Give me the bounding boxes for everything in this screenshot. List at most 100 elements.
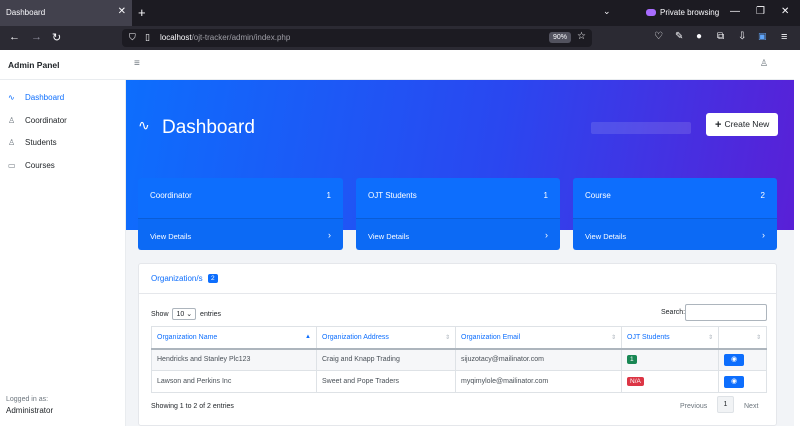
table-row: Lawson and Perkins Inc Sweet and Pope Tr…: [151, 370, 767, 393]
sidebar: [0, 50, 126, 426]
eye-icon: ◉: [730, 377, 738, 385]
new-tab-icon[interactable]: +: [138, 5, 146, 20]
col-organization-address[interactable]: Organization Address ⇕: [316, 326, 456, 350]
col-organization-name[interactable]: Organization Name ▲: [151, 326, 317, 350]
account-icon[interactable]: ●: [696, 31, 702, 42]
card-count: 1: [326, 191, 331, 200]
table-header-row: Organization Name ▲ Organization Address ⇕…: [151, 326, 767, 350]
forward-icon[interactable]: →: [31, 31, 42, 43]
organizations-table: Organization Name ▲ Organization Address ⇕…: [151, 326, 767, 393]
sort-asc-icon: ▲: [305, 334, 311, 340]
close-window-icon[interactable]: ✕: [781, 6, 789, 17]
cell-address: Sweet and Pope Traders: [316, 370, 456, 393]
hero-placeholder-bar: [591, 122, 691, 134]
view-details-link[interactable]: View Details ›: [138, 218, 343, 250]
maximize-icon[interactable]: ❐: [756, 6, 765, 17]
view-button[interactable]: ◉: [724, 375, 744, 388]
chevron-right-icon: ›: [545, 230, 548, 240]
card-label: OJT Students: [368, 191, 417, 200]
download-icon[interactable]: ⇩: [738, 31, 746, 42]
card-count: 1: [543, 191, 548, 200]
students-badge: 1: [627, 355, 637, 365]
shield-icon[interactable]: ⛉: [129, 32, 136, 43]
pagination-previous[interactable]: Previous: [680, 403, 707, 410]
sort-icon: ⇕: [707, 335, 713, 341]
stat-card-course: Course 2 View Details ›: [573, 178, 777, 250]
top-bar: ≡ ♙: [126, 50, 800, 80]
view-details-link[interactable]: View Details ›: [573, 218, 777, 250]
search-input[interactable]: [685, 304, 767, 321]
browser-tab[interactable]: Dashboard ✕: [0, 0, 132, 26]
logged-in-user: Administrator: [6, 406, 54, 415]
brand-title: Admin Panel: [8, 60, 60, 70]
cell-actions: ◉: [718, 370, 767, 393]
browser-nav-bar: ← → ↻ ⛉ ▯ localhost/ojt-tracker/admin/in…: [0, 26, 800, 50]
entries-select[interactable]: 10 ⌄: [172, 308, 197, 320]
user-icon[interactable]: ♙: [760, 58, 768, 69]
page-title: Dashboard: [162, 117, 255, 138]
card-count: 2: [760, 191, 765, 200]
close-tab-icon[interactable]: ✕: [118, 6, 126, 17]
sidebar-item-coordinator[interactable]: ♙ Coordinator: [8, 116, 67, 125]
cell-actions: ◉: [718, 348, 767, 371]
private-mask-icon: [646, 9, 656, 16]
stat-card-ojt-students: OJT Students 1 View Details ›: [356, 178, 560, 250]
book-icon: ▭: [8, 161, 16, 170]
create-new-button[interactable]: + Create New: [706, 113, 778, 136]
address-bar[interactable]: ⛉ ▯ localhost/ojt-tracker/admin/index.ph…: [122, 29, 592, 47]
table-row: Hendricks and Stanley Plc123 Craig and K…: [151, 348, 767, 371]
activity-icon: ∿: [8, 93, 15, 102]
users-icon: ♙: [8, 138, 16, 147]
extensions-icon[interactable]: ⧉: [717, 31, 724, 42]
menu-icon[interactable]: ≡: [781, 31, 787, 43]
panel-title: Organization/s: [151, 274, 203, 283]
url-text[interactable]: localhost/ojt-tracker/admin/index.php: [160, 33, 290, 42]
chevron-right-icon: ›: [762, 230, 765, 240]
cell-students: 1: [621, 348, 719, 371]
bookmark-star-icon[interactable]: ☆: [577, 31, 586, 42]
count-badge: 2: [208, 274, 218, 283]
cell-address: Craig and Knapp Trading: [316, 348, 456, 371]
pocket-icon[interactable]: ♡: [654, 31, 663, 42]
back-icon[interactable]: ←: [9, 31, 20, 43]
cell-students: N/A: [621, 370, 719, 393]
scrollbar[interactable]: [794, 50, 800, 426]
col-ojt-students[interactable]: OJT Students ⇕: [621, 326, 719, 350]
col-actions[interactable]: ⇕: [718, 326, 767, 350]
sidebar-item-courses[interactable]: ▭ Courses: [8, 161, 55, 170]
stat-card-coordinator: Coordinator 1 View Details ›: [138, 178, 343, 250]
search-label: Search:: [661, 309, 686, 316]
chevron-down-icon: ⌄: [186, 311, 193, 318]
browser-tab-bar: Dashboard ✕ + ⌄ Private browsing — ❐ ✕: [0, 0, 800, 26]
card-label: Coordinator: [150, 191, 192, 200]
entries-length-control: Show 10 ⌄ entries: [151, 308, 221, 320]
sort-icon: ⇕: [755, 335, 761, 341]
plus-icon: +: [715, 119, 722, 131]
wrench-icon[interactable]: ✎: [675, 31, 683, 42]
cell-email: sijuzotacy@mailinator.com: [455, 348, 622, 371]
extension-badge-icon[interactable]: ▣: [758, 31, 767, 42]
sidebar-item-dashboard[interactable]: ∿ Dashboard: [8, 93, 64, 102]
page-icon: ▯: [145, 32, 150, 42]
brand: Admin Panel: [0, 50, 126, 80]
menu-toggle-icon[interactable]: ≡: [134, 58, 140, 69]
chevron-down-icon[interactable]: ⌄: [603, 6, 611, 17]
view-details-link[interactable]: View Details ›: [356, 218, 560, 250]
zoom-level[interactable]: 90%: [549, 32, 572, 43]
chevron-right-icon: ›: [328, 230, 331, 240]
card-label: Course: [585, 191, 611, 200]
cell-name: Lawson and Perkins Inc: [151, 370, 317, 393]
reload-icon[interactable]: ↻: [52, 31, 61, 44]
tab-title: Dashboard: [6, 8, 46, 17]
col-organization-email[interactable]: Organization Email ⇕: [455, 326, 622, 350]
minimize-icon[interactable]: —: [730, 6, 740, 17]
eye-icon: ◉: [730, 355, 738, 363]
pagination-next[interactable]: Next: [744, 403, 758, 410]
pagination-page-1[interactable]: 1: [717, 396, 734, 413]
logged-in-label: Logged in as:: [6, 396, 49, 403]
sort-icon: ⇕: [610, 335, 616, 341]
table-info: Showing 1 to 2 of 2 entries: [151, 403, 234, 410]
activity-icon: ∿: [138, 117, 150, 133]
view-button[interactable]: ◉: [724, 353, 744, 366]
sidebar-item-students[interactable]: ♙ Students: [8, 138, 57, 147]
